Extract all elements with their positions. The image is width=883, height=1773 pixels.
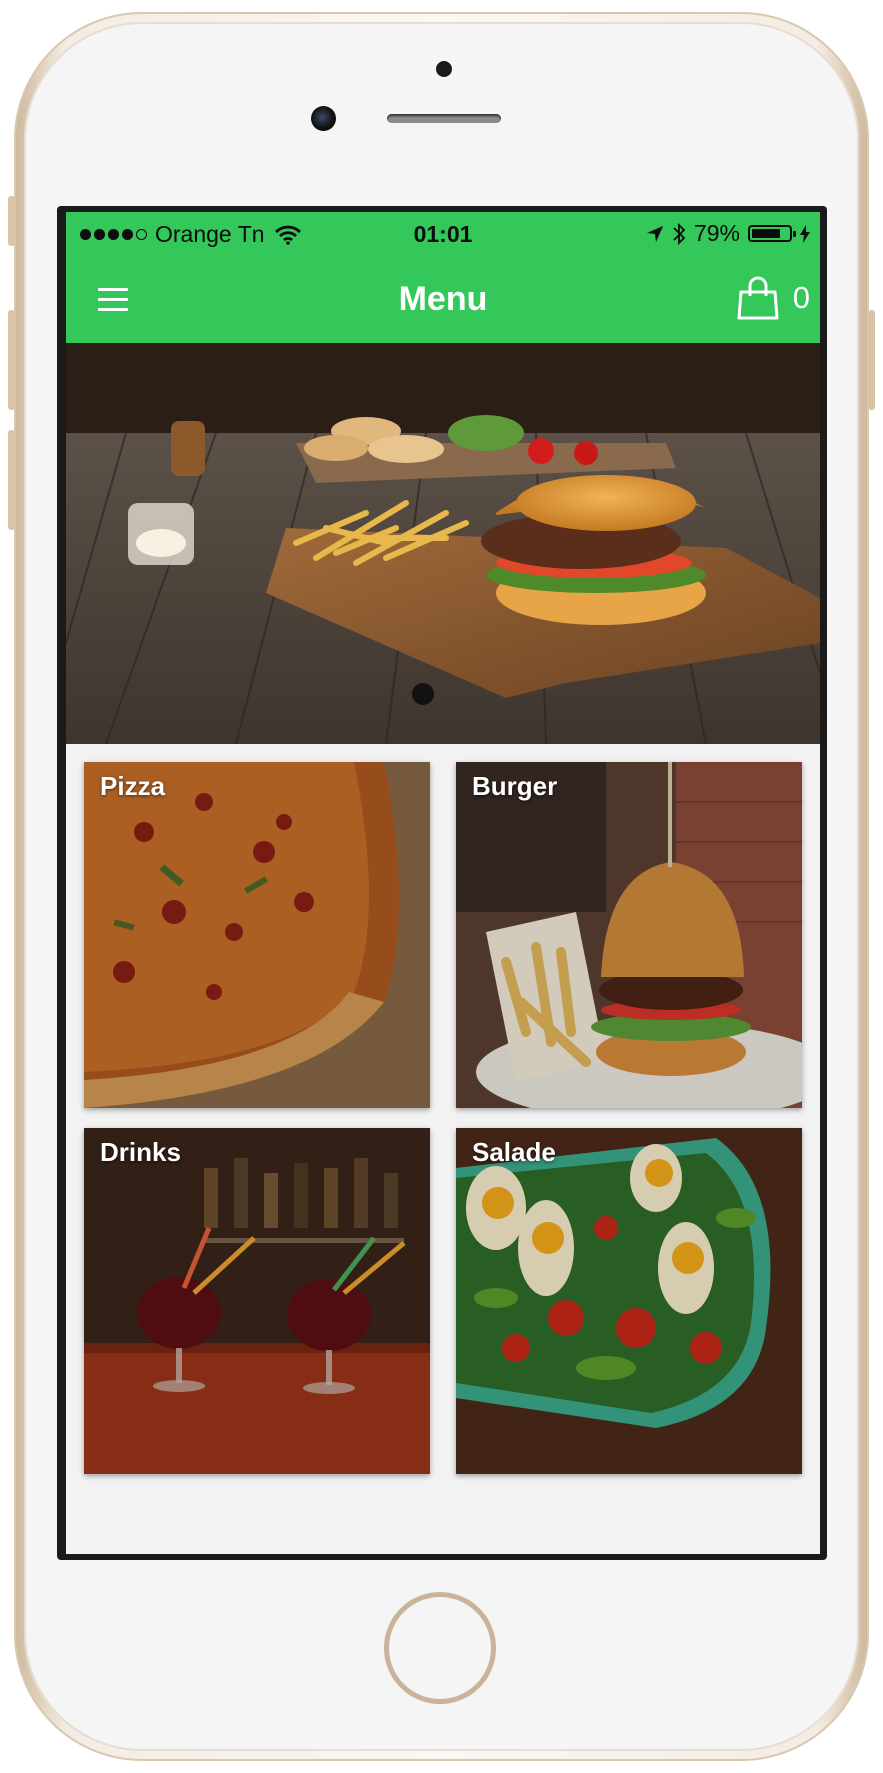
salad-with-eggs-photo <box>456 1128 802 1474</box>
category-label: Burger <box>472 771 558 801</box>
category-label: Drinks <box>100 1137 181 1167</box>
battery-icon <box>748 225 796 242</box>
battery-level <box>752 229 781 238</box>
app-screen: Orange Tn 01:01 79% Menu 0 Pizza Burger … <box>66 212 820 1554</box>
hero-burger-image <box>66 343 820 744</box>
category-tile-burger[interactable]: Burger <box>456 762 802 1108</box>
burger-with-fries-photo <box>456 762 802 1108</box>
proximity-sensor <box>436 61 452 77</box>
location-arrow-icon <box>646 225 663 242</box>
category-label: Salade <box>472 1137 556 1167</box>
red-drinks-photo <box>84 1128 430 1474</box>
pizza-photo <box>84 762 430 1108</box>
power-button <box>868 310 875 410</box>
shopping-bag-icon <box>737 276 779 320</box>
front-camera-icon <box>311 106 336 131</box>
bluetooth-icon <box>673 222 686 245</box>
category-label: Pizza <box>100 771 166 801</box>
cart-button[interactable]: 0 <box>737 274 810 322</box>
status-right: 79% <box>646 220 810 247</box>
battery-percentage: 79% <box>693 220 740 246</box>
nav-bar: Menu 0 <box>66 256 820 343</box>
charging-bolt-icon <box>800 224 810 243</box>
page-title: Menu <box>398 280 488 318</box>
earpiece-speaker <box>387 114 501 123</box>
category-tile-pizza[interactable]: Pizza <box>84 762 430 1108</box>
home-button[interactable] <box>384 1592 496 1704</box>
volume-down-button <box>8 430 15 530</box>
category-tile-drinks[interactable]: Drinks <box>84 1128 430 1474</box>
hero-page-indicator[interactable] <box>412 683 434 705</box>
mute-switch <box>8 196 15 246</box>
cart-count: 0 <box>792 280 810 315</box>
status-bar: Orange Tn 01:01 79% <box>66 212 820 256</box>
volume-up-button <box>8 310 15 410</box>
category-tile-salade[interactable]: Salade <box>456 1128 802 1474</box>
hero-banner[interactable] <box>66 343 820 744</box>
